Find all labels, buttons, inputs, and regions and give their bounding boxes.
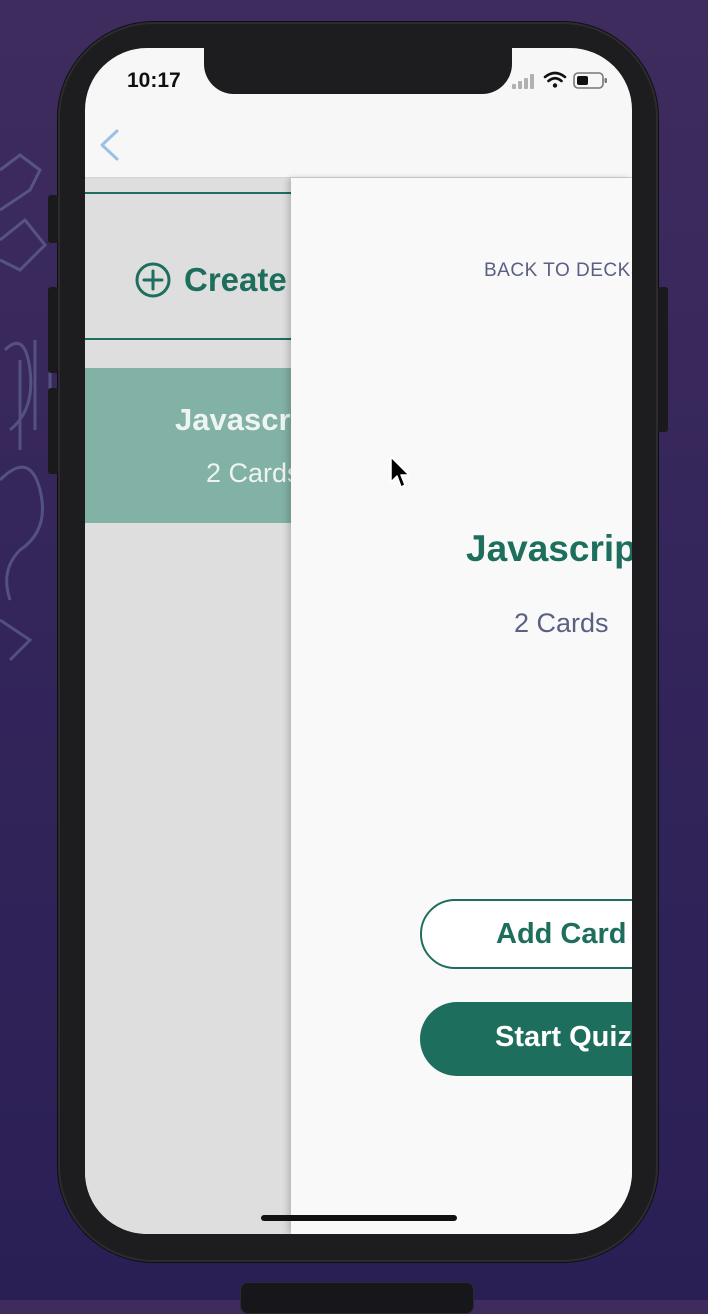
back-to-decks-link[interactable]: BACK TO DECKS	[484, 260, 632, 282]
chevron-left-icon[interactable]	[97, 128, 121, 162]
wifi-icon	[543, 71, 567, 88]
deck-list-item[interactable]: Javascrip 2 Cards	[85, 368, 291, 523]
status-time: 10:17	[127, 69, 181, 92]
deck-title: Javascript	[466, 528, 632, 569]
add-card-button[interactable]: Add Card	[420, 899, 632, 969]
start-quiz-button[interactable]: Start Quiz	[420, 1002, 632, 1076]
start-quiz-label: Start Quiz	[495, 1021, 632, 1053]
deck-card-count: 2 Cards	[514, 608, 609, 638]
signal-icon	[512, 74, 534, 89]
create-deck-button[interactable]: Create	[85, 192, 291, 340]
battery-icon	[573, 72, 607, 89]
home-indicator	[261, 1215, 457, 1221]
deck-list-screen: Create Javascrip 2 Cards	[85, 178, 291, 1234]
volume-up-button	[48, 287, 58, 373]
phone-screen: 10:17 Create Javascr 2 Card BACK TO DECK…	[85, 48, 632, 1234]
mute-switch	[48, 195, 58, 243]
notch	[204, 48, 512, 94]
add-card-label: Add Card	[496, 918, 627, 950]
phone-stand	[240, 1282, 474, 1314]
create-deck-label: Create	[184, 261, 287, 298]
volume-down-button	[48, 388, 58, 474]
deck-detail-screen: BACK TO DECKS Javascript 2 Cards Add Car…	[291, 178, 632, 1234]
status-icons	[512, 71, 607, 89]
mouse-cursor-icon	[390, 456, 410, 488]
deck-list-item-title: Javascrip	[175, 402, 291, 437]
power-button	[658, 287, 668, 432]
deck-list-item-count: 2 Cards	[206, 458, 291, 488]
plus-circle-icon	[135, 262, 171, 298]
